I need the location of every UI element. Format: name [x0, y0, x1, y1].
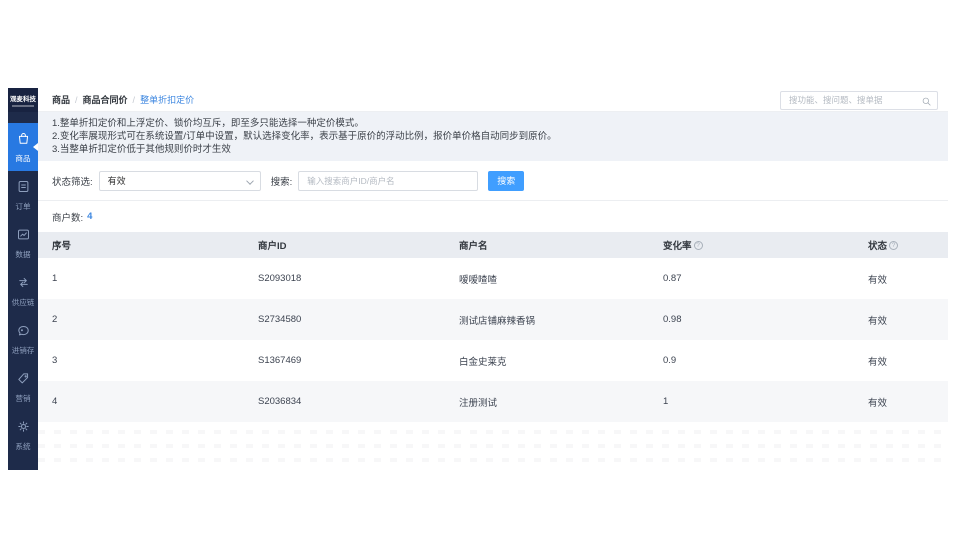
- sidebar-item-supply-chain[interactable]: 供应链: [8, 267, 38, 315]
- search-button[interactable]: 搜索: [488, 171, 524, 191]
- cell-status: 有效: [854, 272, 948, 286]
- order-icon: [16, 179, 31, 199]
- global-search: [780, 90, 938, 109]
- col-index: 序号: [38, 238, 244, 252]
- breadcrumb-current-page[interactable]: 整单折扣定价: [140, 93, 194, 106]
- inventory-icon: [16, 323, 31, 343]
- notice-line-3: 3.当整单折扣定价低于其他规则价时才生效: [52, 143, 948, 156]
- status-filter-select[interactable]: 有效: [99, 171, 261, 191]
- status-filter-label: 状态筛选:: [52, 174, 93, 188]
- sidebar-item-label: 数据: [15, 249, 30, 259]
- breadcrumb-contract-price[interactable]: 商品合同价: [83, 93, 128, 106]
- sidebar-item-label: 进销存: [12, 345, 35, 355]
- breadcrumb-separator: /: [133, 95, 136, 105]
- cell-change-rate: 1: [649, 396, 854, 407]
- notice-line-1: 1.整单折扣定价和上浮定价、锁价均互斥，即至多只能选择一种定价模式。: [52, 117, 948, 130]
- global-search-input[interactable]: [780, 91, 938, 110]
- cell-status: 有效: [854, 313, 948, 327]
- cell-index: 4: [38, 396, 244, 407]
- breadcrumb-goods[interactable]: 商品: [52, 93, 70, 106]
- breadcrumb-separator: /: [75, 95, 78, 105]
- table-row: 2 S2734580 测试店铺麻辣香锅 0.98 有效: [38, 299, 948, 340]
- sidebar-item-inventory[interactable]: 进销存: [8, 315, 38, 363]
- notice-line-2: 2.变化率展现形式可在系统设置/订单中设置，默认选择变化率，表示基于原价的浮动比…: [52, 130, 948, 143]
- main-content: 商品 / 商品合同价 / 整单折扣定价 1.整单折扣定价和上浮定价、锁价均互斥，…: [38, 88, 948, 470]
- col-merchant-name: 商户名: [445, 238, 649, 252]
- sidebar-item-label: 订单: [15, 201, 30, 211]
- merchant-table: 序号 商户ID 商户名 变化率? 状态? 1 S2093018 嗳嗳喳喳 0.8…: [38, 232, 948, 422]
- cell-merchant-name: 测试店铺麻辣香锅: [445, 313, 649, 327]
- cell-change-rate: 0.98: [649, 314, 854, 325]
- col-status: 状态?: [854, 238, 948, 252]
- sidebar-item-marketing[interactable]: 营销: [8, 363, 38, 411]
- chevron-down-icon: [246, 177, 254, 185]
- screenshot-canvas: 观麦科技 商品 订单 数据 供: [0, 0, 958, 558]
- sidebar-item-orders[interactable]: 订单: [8, 171, 38, 219]
- sidebar-item-system[interactable]: 系统: [8, 411, 38, 459]
- search-icon[interactable]: [921, 94, 932, 105]
- sidebar-item-data[interactable]: 数据: [8, 219, 38, 267]
- cell-merchant-name: 注册测试: [445, 395, 649, 409]
- status-filter-value: 有效: [108, 174, 126, 187]
- cell-change-rate: 0.9: [649, 355, 854, 366]
- cell-status: 有效: [854, 354, 948, 368]
- table-row: 3 S1367469 白金史莱克 0.9 有效: [38, 340, 948, 381]
- table-row: 4 S2036834 注册测试 1 有效: [38, 381, 948, 422]
- table-row: 1 S2093018 嗳嗳喳喳 0.87 有效: [38, 258, 948, 299]
- bag-icon: [16, 131, 31, 151]
- gear-icon: [16, 419, 31, 439]
- sidebar: 观麦科技 商品 订单 数据 供: [8, 88, 38, 470]
- cell-change-rate: 0.87: [649, 273, 854, 284]
- sidebar-item-label: 系统: [15, 441, 30, 451]
- cell-index: 3: [38, 355, 244, 366]
- watermark-area: [38, 422, 948, 470]
- topbar: 商品 / 商品合同价 / 整单折扣定价: [38, 88, 948, 112]
- brand-logo: 观麦科技: [8, 88, 38, 112]
- cell-status: 有效: [854, 395, 948, 409]
- sidebar-item-goods[interactable]: 商品: [8, 123, 38, 171]
- cell-index: 1: [38, 273, 244, 284]
- cell-merchant-id: S2093018: [244, 273, 445, 284]
- col-change-rate: 变化率?: [649, 238, 854, 252]
- sidebar-menu: 商品 订单 数据 供应链 进销存: [8, 123, 38, 459]
- filter-bar: 状态筛选: 有效 搜索: 搜索: [38, 161, 948, 200]
- sidebar-item-label: 供应链: [12, 297, 35, 307]
- merchant-search-input[interactable]: [298, 171, 478, 191]
- search-filter-label: 搜索:: [271, 174, 293, 188]
- tag-icon: [16, 371, 31, 391]
- app-window: 观麦科技 商品 订单 数据 供: [8, 88, 948, 470]
- merchant-count-value: 4: [87, 211, 92, 222]
- merchant-count-label: 商户数:: [52, 210, 83, 224]
- brand-logo-text: 观麦科技: [10, 94, 36, 103]
- summary-bar: 商户数: 4: [38, 200, 948, 232]
- active-notch: [33, 143, 38, 151]
- cell-merchant-name: 白金史莱克: [445, 354, 649, 368]
- cell-merchant-id: S2734580: [244, 314, 445, 325]
- cell-merchant-name: 嗳嗳喳喳: [445, 272, 649, 286]
- col-merchant-id: 商户ID: [244, 238, 445, 252]
- cell-merchant-id: S1367469: [244, 355, 445, 366]
- help-icon[interactable]: ?: [889, 241, 898, 250]
- cell-index: 2: [38, 314, 244, 325]
- supply-chain-icon: [16, 275, 31, 295]
- cell-merchant-id: S2036834: [244, 396, 445, 407]
- sidebar-item-label: 营销: [15, 393, 30, 403]
- sidebar-item-label: 商品: [15, 153, 30, 163]
- table-header: 序号 商户ID 商户名 变化率? 状态?: [38, 232, 948, 258]
- chart-icon: [16, 227, 31, 247]
- notice-panel: 1.整单折扣定价和上浮定价、锁价均互斥，即至多只能选择一种定价模式。 2.变化率…: [38, 112, 948, 161]
- brand-logo-subline: [12, 105, 34, 107]
- help-icon[interactable]: ?: [694, 241, 703, 250]
